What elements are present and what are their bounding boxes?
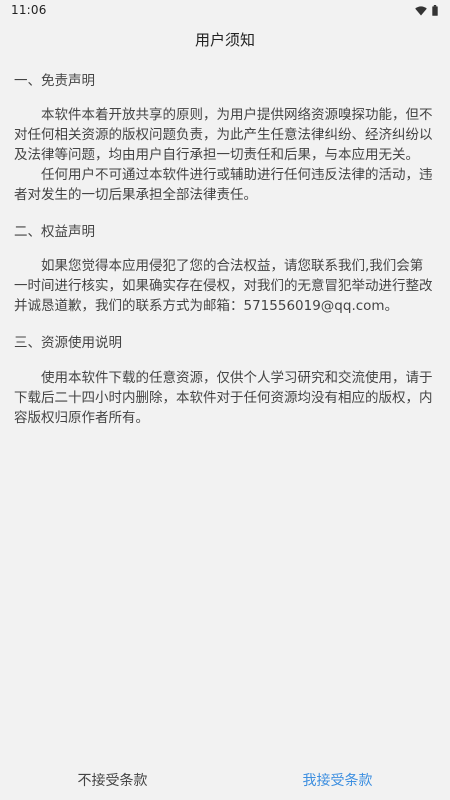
footer-actions: 不接受条款 我接受条款: [0, 760, 450, 800]
status-bar: 11:06: [0, 0, 450, 22]
status-time: 11:06: [11, 3, 47, 17]
page-title: 用户须知: [194, 30, 255, 49]
user-notice-screen: 11:06 用户须知 一、免责声明 本软件本着开放共享的原则，为用户提供网络资源…: [0, 0, 450, 800]
section-heading-resource-usage: 三、资源使用说明: [14, 335, 122, 351]
rights-paragraph: 如果您觉得本应用侵犯了您的合法权益，请您联系我们,我们会第一时间进行核实，如果确…: [14, 258, 433, 314]
accept-terms-button[interactable]: 我接受条款: [225, 760, 450, 800]
resource-usage-paragraph: 使用本软件下载的任意资源，仅供个人学习研究和交流使用，请于下载后二十四小时内删除…: [14, 370, 433, 426]
status-icons: [415, 5, 438, 16]
wifi-icon: [415, 5, 427, 16]
disclaimer-paragraph-1: 本软件本着开放共享的原则，为用户提供网络资源嗅探功能，但不对任何相关资源的版权问…: [14, 107, 433, 163]
title-bar: 用户须知: [0, 22, 450, 56]
disclaimer-paragraph-2: 任何用户不可通过本软件进行或辅助进行任何违反法律的活动，违者对发生的一切后果承担…: [14, 167, 433, 203]
section-heading-rights: 二、权益声明: [14, 224, 95, 240]
battery-icon: [432, 5, 438, 16]
decline-terms-button[interactable]: 不接受条款: [0, 760, 225, 800]
section-heading-disclaimer: 一、免责声明: [14, 73, 95, 89]
